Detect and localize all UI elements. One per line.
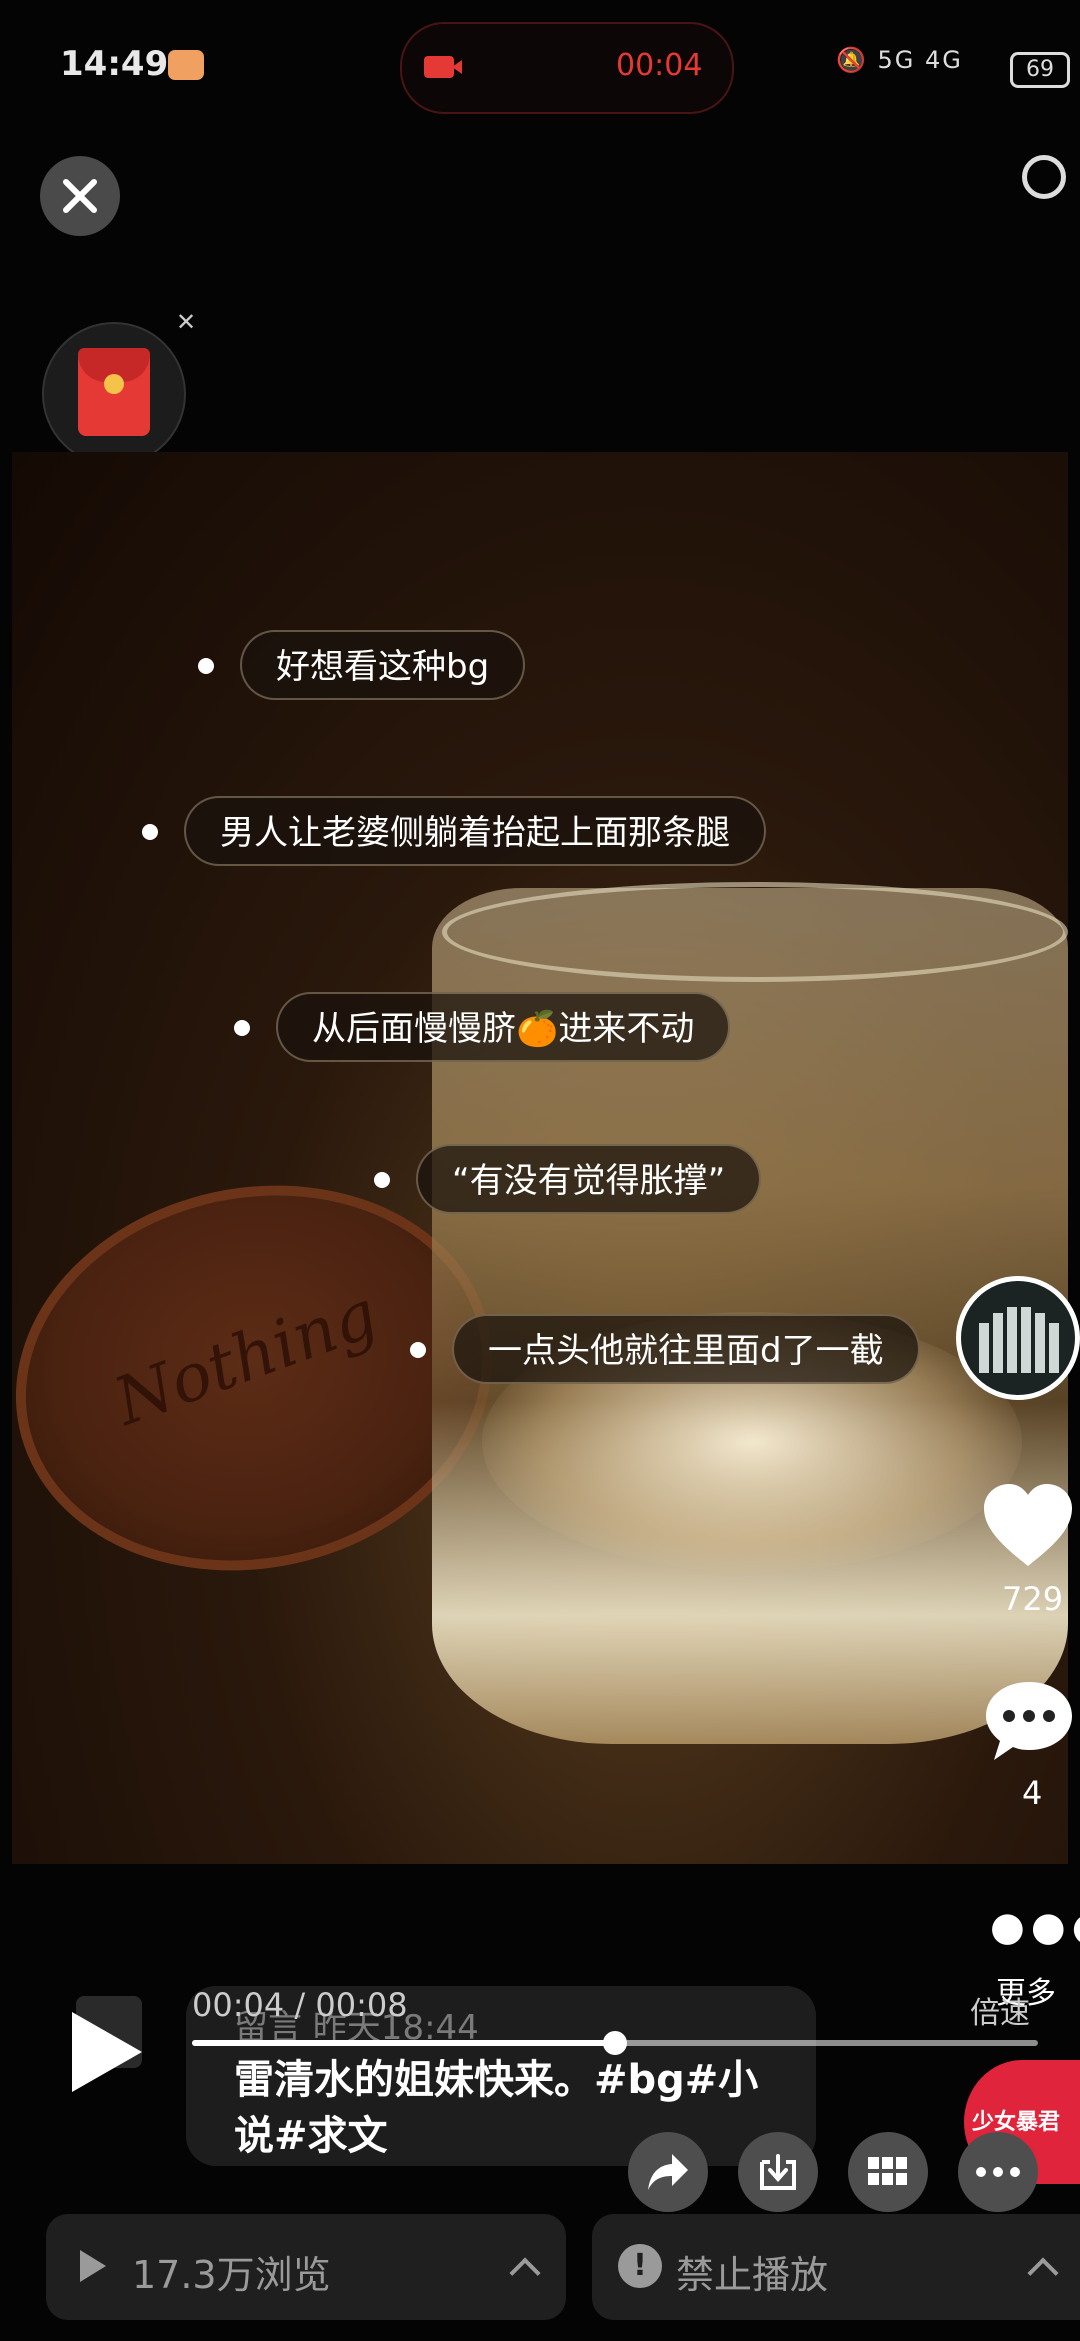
glass-rim: [442, 882, 1068, 982]
bullet-dot: [234, 1020, 250, 1036]
bullet-dot: [410, 1342, 426, 1358]
bullet-dot: [142, 824, 158, 840]
bullet-dot: [198, 658, 214, 674]
play-icon[interactable]: [72, 2012, 142, 2092]
grid-icon: [868, 2157, 907, 2185]
comment-bubble: 好想看这种bg: [240, 630, 526, 700]
author-avatar[interactable]: [956, 1276, 1080, 1400]
play-count-icon: [80, 2250, 106, 2282]
status-time: 14:49: [60, 44, 169, 84]
grid-button[interactable]: [848, 2132, 928, 2212]
comment-bubble: 男人让老婆侧躺着抬起上面那条腿: [184, 796, 766, 866]
mute-icon: 🔕: [836, 46, 868, 74]
heart-status-icon: [168, 50, 204, 80]
like-count: 729: [1002, 1580, 1064, 1618]
views-panel[interactable]: 17.3万浏览: [46, 2214, 566, 2320]
download-icon: [760, 2154, 796, 2190]
share-button[interactable]: [628, 2132, 708, 2212]
recording-time: 00:04: [616, 48, 703, 83]
close-button[interactable]: [40, 156, 120, 236]
red-packet-close-icon[interactable]: ✕: [176, 308, 196, 336]
comment-icon[interactable]: [982, 1678, 1076, 1764]
close-icon: [63, 179, 97, 213]
ellipsis-icon: [976, 2167, 1020, 2177]
ban-playback-panel[interactable]: ! 禁止播放: [592, 2214, 1080, 2320]
video-camera-icon: [424, 56, 454, 78]
red-packet-button[interactable]: [42, 322, 186, 466]
search-icon[interactable]: [1022, 155, 1066, 199]
share-icon: [648, 2154, 688, 2190]
comment-count: 4: [1022, 1774, 1043, 1812]
caption-text: 雷清水的姐妹快来。#bg#小说#求文: [234, 2057, 759, 2159]
red-envelope-icon: [78, 348, 150, 436]
chevron-up-icon: [509, 2257, 541, 2289]
playback-speed-button[interactable]: 倍速: [970, 1988, 1030, 2032]
more-icon[interactable]: ●●●: [990, 1904, 1080, 1950]
more-options-button[interactable]: [958, 2132, 1038, 2212]
signal-label: 5G 4G: [877, 46, 963, 74]
progress-fill: [192, 2040, 615, 2046]
ban-playback-label: 禁止播放: [676, 2253, 829, 2297]
views-count: 17.3万浏览: [132, 2253, 331, 2297]
heart-icon[interactable]: [980, 1482, 1076, 1570]
coaster-text: Nothing: [104, 1275, 387, 1441]
chevron-up-icon: [1027, 2257, 1059, 2289]
battery-indicator: 69: [1010, 52, 1070, 88]
save-button[interactable]: [738, 2132, 818, 2212]
comment-bubble: 一点头他就往里面d了一截: [452, 1314, 920, 1384]
album-title: 少女暴君: [972, 2110, 1061, 2135]
warning-icon: !: [618, 2244, 662, 2288]
player-time: 00:04 / 00:08: [192, 1986, 408, 2024]
comment-bubble: 从后面慢慢脐🍊进来不动: [276, 992, 731, 1062]
signal-indicators: 🔕 5G 4G: [836, 46, 963, 74]
comment-bubble: “有没有觉得胀撑”: [416, 1144, 762, 1214]
bullet-dot: [374, 1172, 390, 1188]
